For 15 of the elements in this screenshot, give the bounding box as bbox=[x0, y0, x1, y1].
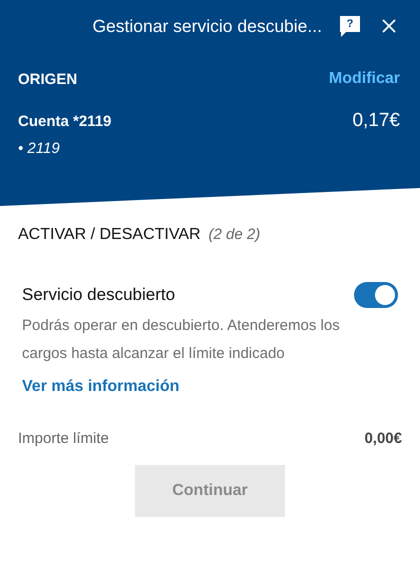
origin-label: ORIGEN bbox=[18, 70, 78, 88]
step-counter: (2 de 2) bbox=[208, 226, 260, 243]
service-toggle[interactable] bbox=[354, 282, 398, 308]
account-detail: • 2119 bbox=[18, 140, 60, 157]
section-title: ACTIVAR / DESACTIVAR bbox=[18, 226, 201, 243]
more-info-link[interactable]: Ver más información bbox=[22, 378, 180, 395]
modify-link[interactable]: Modificar bbox=[328, 70, 400, 88]
account-balance: 0,17€ bbox=[352, 110, 400, 132]
service-name: Servicio descubierto bbox=[22, 285, 176, 305]
help-button[interactable]: ? bbox=[340, 16, 360, 36]
page-title: Gestionar servicio descubie... bbox=[92, 16, 322, 36]
service-description: Podrás operar en descubierto. Atenderemos los cargos hasta alcanzar el límite indicado bbox=[22, 316, 341, 364]
limit-label: Importe límite bbox=[18, 430, 109, 447]
account-name: Cuenta *2119 bbox=[18, 112, 112, 130]
limit-value: 0,00€ bbox=[364, 430, 402, 447]
